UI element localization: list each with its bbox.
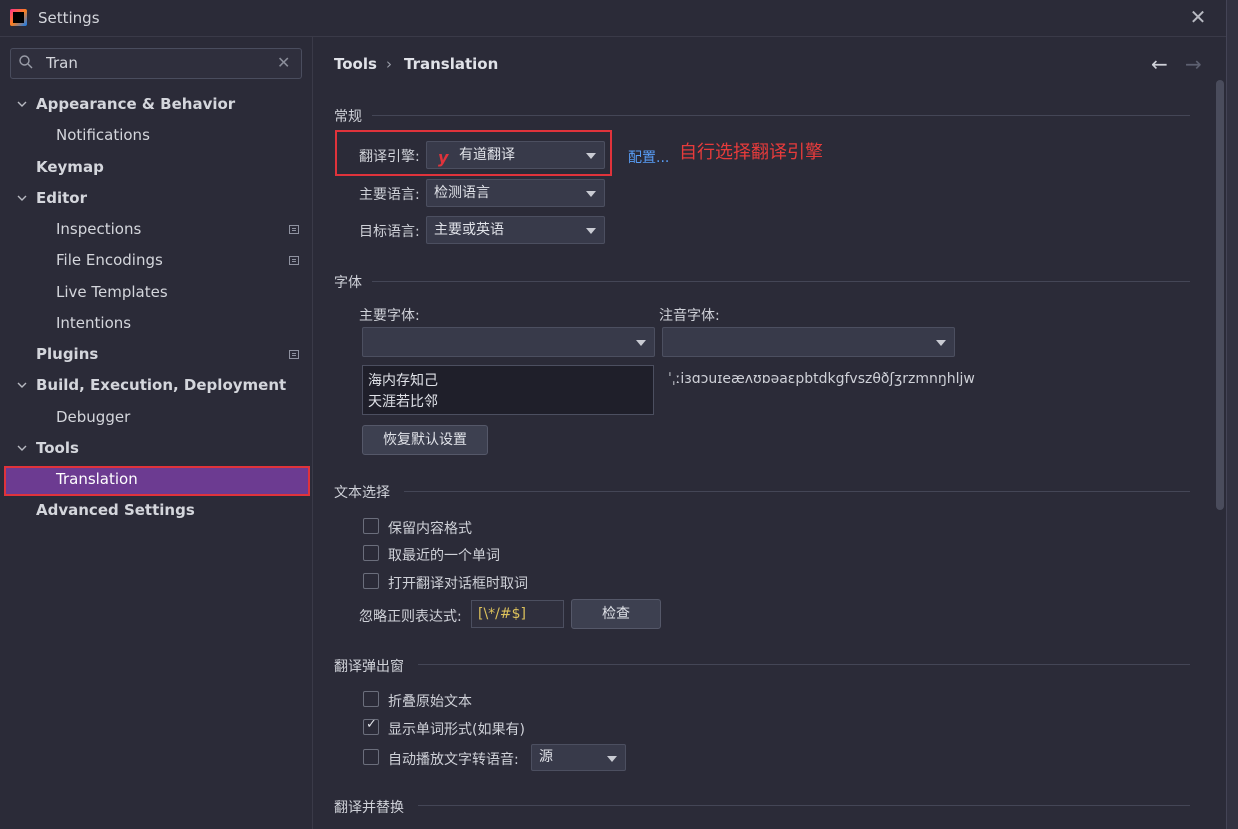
- sidebar-item-tools[interactable]: Tools: [36, 434, 79, 462]
- project-settings-icon: [289, 256, 299, 265]
- font-preview-box: 海内存知己 天涯若比邻: [362, 365, 654, 415]
- font-preview-line: 天涯若比邻: [368, 394, 438, 410]
- show-word-forms-checkbox[interactable]: [363, 717, 379, 735]
- primary-language-dropdown[interactable]: 检测语言: [426, 179, 605, 207]
- primary-language-label: 主要语言:: [359, 187, 420, 203]
- section-divider: [404, 491, 1190, 492]
- chevron-down-icon[interactable]: [17, 193, 27, 203]
- search-icon: [19, 55, 33, 69]
- title-bar: [0, 0, 1238, 37]
- sidebar-item-build[interactable]: Build, Execution, Deployment: [36, 371, 286, 399]
- back-arrow-icon[interactable]: ←: [1151, 52, 1168, 76]
- background-window-strip: [1226, 0, 1238, 829]
- phonetic-preview-text: ˈˌːiɜɑɔuɪeæʌʊɒəaɛpbtdkgfvszθðʃʒrzmnŋhljw: [668, 371, 975, 387]
- chevron-down-icon[interactable]: [17, 99, 27, 109]
- ignore-regex-input[interactable]: [\*/#$]: [471, 600, 564, 628]
- section-text-selection-title: 文本选择: [334, 485, 390, 501]
- dropdown-arrow-icon: [607, 756, 617, 762]
- search-input[interactable]: [46, 52, 266, 74]
- pick-on-open-label: 打开翻译对话框时取词: [388, 576, 528, 592]
- sidebar-item-keymap[interactable]: Keymap: [36, 153, 104, 181]
- annotation-text: 自行选择翻译引擎: [679, 142, 823, 163]
- sidebar-item-appearance[interactable]: Appearance & Behavior: [36, 90, 235, 118]
- show-word-forms-label: 显示单词形式(如果有): [388, 722, 525, 738]
- tts-source-value: 源: [539, 749, 553, 765]
- dropdown-arrow-icon: [586, 228, 596, 234]
- sidebar-item-live-templates[interactable]: Live Templates: [56, 278, 168, 306]
- window-title: Settings: [38, 9, 100, 27]
- primary-font-dropdown[interactable]: [362, 327, 655, 357]
- selected-row-highlight: [4, 466, 310, 496]
- tts-source-dropdown[interactable]: 源: [531, 744, 626, 771]
- chevron-down-icon[interactable]: [17, 380, 27, 390]
- config-link[interactable]: 配置...: [628, 147, 669, 167]
- sidebar-item-plugins[interactable]: Plugins: [36, 340, 98, 368]
- section-fonts-title: 字体: [334, 275, 362, 291]
- fold-original-label: 折叠原始文本: [388, 694, 472, 710]
- vertical-scrollbar[interactable]: [1216, 80, 1224, 510]
- check-button[interactable]: 检查: [571, 599, 661, 629]
- sidebar-item-editor[interactable]: Editor: [36, 184, 87, 212]
- youdao-logo-icon: y: [438, 148, 449, 167]
- forward-arrow-icon[interactable]: →: [1185, 52, 1202, 76]
- project-settings-icon: [289, 350, 299, 359]
- auto-tts-label: 自动播放文字转语音:: [388, 752, 519, 768]
- intellij-app-icon: [10, 9, 27, 26]
- reset-defaults-button[interactable]: 恢复默认设置: [362, 425, 488, 455]
- dropdown-arrow-icon: [936, 340, 946, 346]
- dropdown-arrow-icon: [586, 191, 596, 197]
- engine-dropdown-value: 有道翻译: [459, 147, 515, 163]
- sidebar-item-translation[interactable]: Translation: [56, 465, 138, 493]
- breadcrumb-current: Translation: [404, 55, 499, 73]
- ignore-regex-label: 忽略正则表达式:: [359, 609, 462, 625]
- dropdown-arrow-icon: [636, 340, 646, 346]
- engine-label: 翻译引擎:: [359, 149, 420, 165]
- target-language-dropdown[interactable]: 主要或英语: [426, 216, 605, 244]
- section-general-title: 常规: [334, 109, 362, 125]
- dropdown-arrow-icon: [586, 153, 596, 159]
- primary-font-label: 主要字体:: [359, 308, 420, 324]
- font-preview-line: 海内存知己: [368, 373, 438, 389]
- close-button[interactable]: ✕: [1187, 6, 1209, 28]
- breadcrumb-separator: ›: [386, 55, 392, 73]
- sidebar-item-file-encodings[interactable]: File Encodings: [56, 246, 163, 274]
- section-divider: [372, 115, 1190, 116]
- section-divider: [372, 281, 1190, 282]
- pick-on-open-checkbox[interactable]: [363, 573, 379, 589]
- phonetic-font-dropdown[interactable]: [662, 327, 955, 357]
- engine-dropdown[interactable]: y 有道翻译: [426, 141, 605, 169]
- chevron-down-icon[interactable]: [17, 443, 27, 453]
- fold-original-checkbox[interactable]: [363, 691, 379, 707]
- section-divider: [418, 664, 1190, 665]
- section-popup-title: 翻译弹出窗: [334, 659, 404, 675]
- sidebar-item-advanced-settings[interactable]: Advanced Settings: [36, 496, 195, 524]
- auto-tts-checkbox[interactable]: [363, 749, 379, 765]
- keep-format-checkbox[interactable]: [363, 518, 379, 534]
- sidebar-item-notifications[interactable]: Notifications: [56, 121, 150, 149]
- section-divider: [418, 805, 1190, 806]
- nearest-word-label: 取最近的一个单词: [388, 548, 500, 564]
- sidebar-item-intentions[interactable]: Intentions: [56, 309, 131, 337]
- phonetic-font-label: 注音字体:: [659, 308, 720, 324]
- nearest-word-checkbox[interactable]: [363, 545, 379, 561]
- primary-language-value: 检测语言: [434, 185, 490, 201]
- sidebar-item-debugger[interactable]: Debugger: [56, 403, 130, 431]
- target-language-label: 目标语言:: [359, 224, 420, 240]
- sidebar-item-inspections[interactable]: Inspections: [56, 215, 141, 243]
- project-settings-icon: [289, 225, 299, 234]
- keep-format-label: 保留内容格式: [388, 521, 472, 537]
- breadcrumb-parent[interactable]: Tools: [334, 55, 377, 73]
- target-language-value: 主要或英语: [434, 222, 504, 238]
- section-replace-title: 翻译并替换: [334, 800, 404, 816]
- clear-search-icon[interactable]: ✕: [277, 53, 290, 72]
